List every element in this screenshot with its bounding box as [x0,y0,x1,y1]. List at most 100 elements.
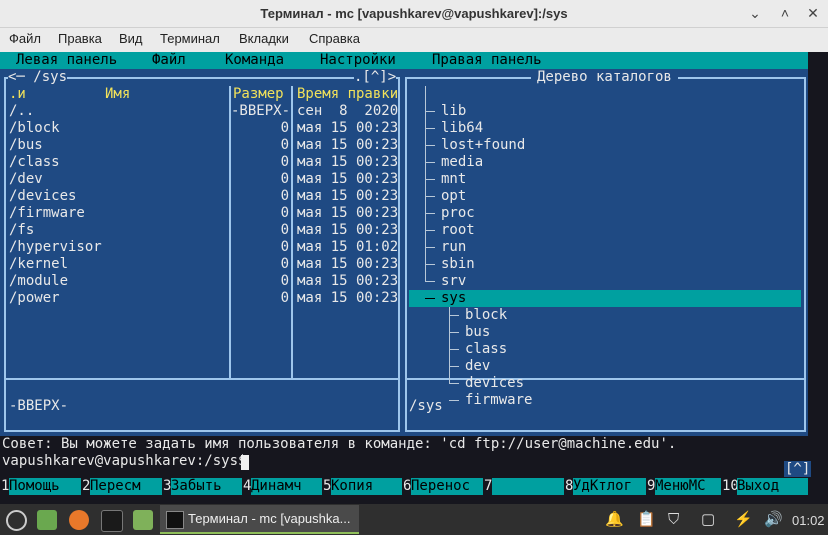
mc-menu-left-panel[interactable]: Левая панель [16,52,117,69]
tree-item[interactable]: lib [441,103,466,120]
fkey-2-button[interactable]: Пересм [90,478,162,495]
file-name[interactable]: /block [9,120,60,137]
file-name[interactable]: /module [9,273,68,290]
function-key-bar: 1 Помощь 2 Пересм 3 Забыть 4 Динамч 5 Копия 6 Перен… [0,478,808,495]
col-header-name[interactable]: Имя [105,86,130,103]
clipboard-icon[interactable]: 📋 [637,511,656,528]
minimize-button[interactable]: ⌄ [744,3,766,23]
terminal-area[interactable]: Левая панель Файл Команда Настройки Прав… [0,52,828,504]
tree-item[interactable]: mnt [441,171,466,188]
tree-item[interactable]: bus [465,324,490,341]
window-icon[interactable]: ▢ [701,511,715,528]
file-mtime: мая 15 00:23 [297,120,399,136]
file-name[interactable]: /bus [9,137,43,154]
mc-menu-options[interactable]: Настройки [320,52,396,69]
close-button[interactable]: ✕ [802,3,824,23]
mc-menu-file[interactable]: Файл [152,52,186,69]
fkey-7-button[interactable] [492,478,564,495]
fkey-9-button[interactable]: МенюMC [655,478,721,495]
file-name[interactable]: /firmware [9,205,85,222]
file-size: 0 [280,205,289,221]
firefox-icon[interactable] [69,510,89,530]
terminal-icon[interactable] [101,510,123,532]
tree-title: Дерево каталогов [531,69,678,86]
tree-item[interactable]: run [441,239,466,256]
fkey-5-button[interactable]: Копия [331,478,402,495]
tree-item[interactable]: dev [465,358,490,375]
tree-item[interactable]: firmware [465,392,532,409]
fkey-10-button[interactable]: Выход [737,478,808,495]
file-size: -ВВЕРХ- [231,103,291,119]
tree-item[interactable]: block [465,307,507,324]
tree-item[interactable]: root [441,222,475,239]
col-header-size[interactable]: Размер [233,86,284,103]
tree-item[interactable]: devices [465,375,524,392]
left-panel[interactable]: <─ /sys .[^]> .и Имя Размер Время правки… [0,69,403,436]
fkey-8-button[interactable]: УдКтлог [573,478,646,495]
history-button[interactable]: [^] [784,461,812,477]
file-size: 0 [280,239,289,255]
tree-connector [425,247,435,248]
tree-connector [449,366,459,367]
fkey-4-button[interactable]: Динамч [251,478,322,495]
left-panel-path[interactable]: <─ /sys [8,69,68,86]
mc-menubar: Левая панель Файл Команда Настройки Прав… [0,52,808,69]
mc-menu-command[interactable]: Команда [225,52,284,69]
fkey-6-button[interactable]: Перенос [411,478,483,495]
power-icon[interactable]: ⚡ [734,511,753,528]
file-name[interactable]: /dev [9,171,43,188]
tree-item[interactable]: srv [441,273,466,290]
file-mtime: мая 15 00:23 [297,273,399,289]
mc-menu-right-panel[interactable]: Правая панель [432,52,542,69]
file-size: 0 [280,273,289,289]
tree-item[interactable]: class [465,341,507,358]
shield-icon[interactable]: ⛉ [668,511,679,528]
tree-item[interactable]: proc [441,205,475,222]
tree-item[interactable]: opt [441,188,466,205]
window-title: Терминал - mc [vapushkarev@vapushkarev]:… [260,6,568,21]
file-name[interactable]: /hypervisor [9,239,102,256]
col-header-time[interactable]: Время правки [297,86,398,103]
maximize-button[interactable]: ˄ [774,3,796,23]
tree-connector [425,128,435,129]
tree-connector [425,230,435,231]
file-name[interactable]: /devices [9,188,76,205]
file-mtime: мая 15 01:02 [297,239,399,255]
tree-trunk [425,86,426,282]
left-panel-history[interactable]: .[^]> [354,69,397,86]
fkey-3-button[interactable]: Забыть [171,478,242,495]
notifications-icon[interactable]: 🔔 [605,511,624,528]
tree-item[interactable]: media [441,154,483,171]
file-name[interactable]: /power [9,290,60,307]
hint-line: Совет: Вы можете задать имя пользователя… [2,436,677,452]
tree-item[interactable]: lib64 [441,120,483,137]
tree-connector [425,145,435,146]
mint-menu-icon[interactable] [6,510,27,531]
taskbar-window-terminal[interactable]: Терминал - mc [vapushka... [160,505,359,534]
tree-connector [449,400,459,401]
menu-tabs[interactable]: Вкладки [239,31,289,46]
right-panel[interactable]: Дерево каталогов lib lib64 lost+found media… [403,69,808,436]
tree-item-selected[interactable]: sys [441,290,466,307]
window-titlebar[interactable]: Терминал - mc [vapushkarev@vapushkarev]:… [0,0,828,28]
col-sort-indicator[interactable]: .и [9,86,26,103]
file-mtime: мая 15 00:23 [297,171,399,187]
tree-item[interactable]: sbin [441,256,475,273]
left-panel-col-separator [291,86,293,378]
menu-terminal[interactable]: Терминал [160,31,220,46]
tree-connector [425,196,435,197]
tree-item[interactable]: lost+found [441,137,525,154]
menu-view[interactable]: Вид [119,31,143,46]
volume-icon[interactable]: 🔊 [764,511,783,528]
fkey-1-button[interactable]: Помощь [9,478,81,495]
files-icon[interactable] [133,510,153,530]
file-name[interactable]: /kernel [9,256,68,273]
menu-file[interactable]: Файл [9,31,41,46]
menu-edit[interactable]: Правка [58,31,102,46]
menu-help[interactable]: Справка [309,31,360,46]
tree-connector [425,264,435,265]
show-desktop-icon[interactable] [37,510,57,530]
file-name[interactable]: /fs [9,222,34,239]
file-name[interactable]: /class [9,154,60,171]
file-name[interactable]: /.. [9,103,34,120]
